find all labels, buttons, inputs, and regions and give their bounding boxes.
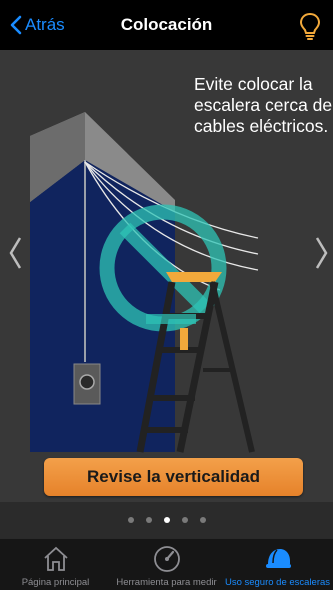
check-verticality-button[interactable]: Revise la verticalidad: [44, 458, 303, 496]
tab-label: Uso seguro de escaleras: [224, 577, 331, 588]
home-icon: [43, 546, 68, 571]
lightbulb-icon[interactable]: [299, 12, 321, 40]
chevron-right-icon[interactable]: [315, 236, 329, 270]
page-indicator[interactable]: [0, 502, 333, 538]
tab-home[interactable]: Página principal: [0, 539, 111, 590]
page-dot[interactable]: [145, 517, 152, 523]
chevron-left-icon[interactable]: [8, 236, 22, 270]
tab-label: Página principal: [21, 577, 90, 588]
gauge-icon: [153, 546, 180, 572]
slide-caption: Evite colocar la escalera cerca de cable…: [194, 74, 333, 136]
tab-ladder-safety[interactable]: Uso seguro de escaleras: [222, 539, 333, 590]
tab-bar: Página principal Herramienta para medir …: [0, 538, 333, 590]
page-dot[interactable]: [199, 517, 206, 523]
helmet-icon: [265, 549, 291, 568]
back-button-label: Atrás: [25, 15, 65, 34]
tab-label: Herramienta para medir: [116, 577, 217, 588]
chevron-left-icon: [10, 15, 22, 35]
back-button[interactable]: Atrás: [10, 0, 65, 50]
tab-measure[interactable]: Herramienta para medir: [111, 539, 222, 590]
tip-slide: Evite colocar la escalera cerca de cable…: [0, 50, 333, 502]
page-dot[interactable]: [127, 517, 134, 523]
navigation-bar: Colocación Atrás: [0, 0, 333, 50]
page-dot-active[interactable]: [163, 517, 170, 523]
page-dot[interactable]: [181, 517, 188, 523]
